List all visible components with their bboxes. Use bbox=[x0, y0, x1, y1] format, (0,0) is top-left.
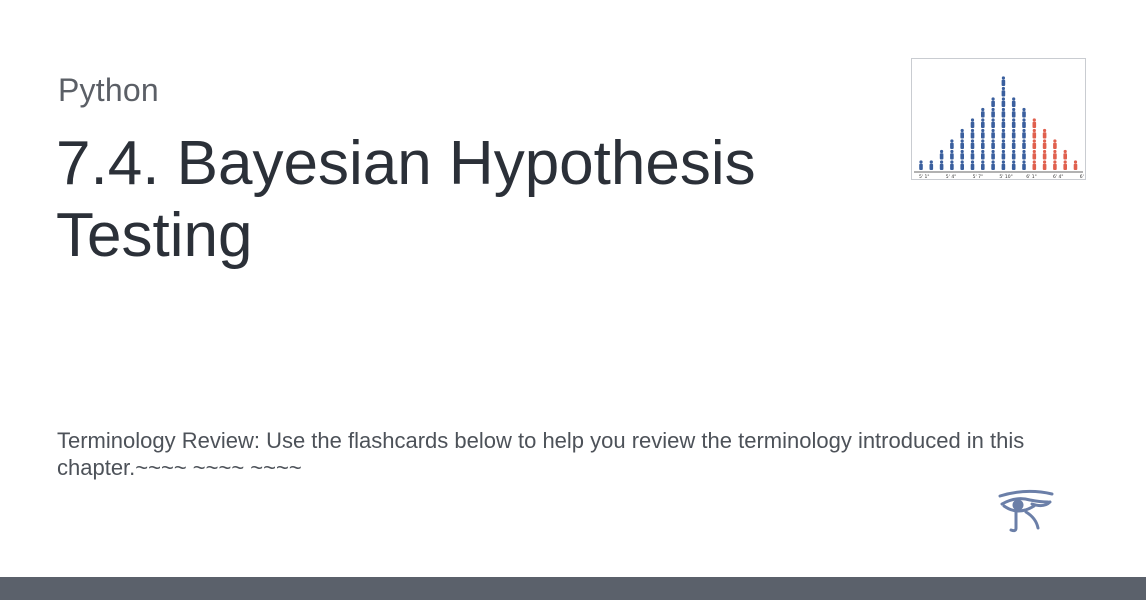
person-figure bbox=[1022, 128, 1026, 139]
eye-of-horus-icon bbox=[996, 488, 1056, 534]
thumb-figures bbox=[919, 76, 1078, 170]
person-figure bbox=[970, 139, 975, 149]
person-figure bbox=[1001, 118, 1006, 128]
person-figure bbox=[1001, 76, 1006, 86]
person-figure bbox=[960, 149, 964, 160]
thumb-tick-labels: 5' 1" 5' 4" 5' 7" 5' 10" 6' 1" 6' 4" 6' 7" bbox=[919, 174, 1085, 179]
tick-label: 5' 7" bbox=[973, 174, 983, 179]
person-figure bbox=[1001, 160, 1006, 170]
person-figure bbox=[1042, 160, 1047, 170]
person-figure bbox=[950, 149, 954, 160]
person-figure bbox=[919, 160, 923, 170]
person-figure bbox=[1032, 149, 1037, 160]
person-figure bbox=[1032, 118, 1037, 128]
person-figure bbox=[991, 139, 995, 149]
person-figure bbox=[950, 139, 954, 149]
person-figure bbox=[1011, 118, 1016, 128]
person-figure bbox=[981, 139, 985, 149]
person-figure bbox=[1011, 107, 1016, 118]
person-figure bbox=[1001, 97, 1006, 107]
chapter-description: Terminology Review: Use the flashcards b… bbox=[57, 428, 1025, 480]
subject-label: Python bbox=[58, 72, 159, 108]
person-figure bbox=[950, 160, 954, 170]
person-figure bbox=[939, 160, 944, 170]
height-distribution-people-chart-icon: 5' 1" 5' 4" 5' 7" 5' 10" 6' 1" 6' 4" 6' 7" bbox=[914, 76, 1085, 179]
person-figure bbox=[1001, 128, 1006, 139]
person-figure bbox=[960, 160, 964, 170]
person-figure bbox=[1001, 139, 1006, 149]
person-figure bbox=[1053, 149, 1057, 160]
person-figure bbox=[1042, 128, 1047, 139]
person-figure bbox=[1001, 107, 1006, 118]
person-figure bbox=[1053, 139, 1057, 149]
person-figure bbox=[1032, 139, 1037, 149]
person-figure bbox=[970, 128, 975, 139]
page: Python 7.4. Bayesian Hypothesis Testing … bbox=[0, 0, 1146, 600]
tick-label: 6' 1" bbox=[1026, 174, 1036, 179]
person-figure bbox=[970, 160, 975, 170]
tick-label: 5' 10" bbox=[999, 174, 1012, 179]
person-figure bbox=[970, 149, 975, 160]
person-figure bbox=[981, 160, 985, 170]
person-figure bbox=[970, 118, 975, 128]
person-figure bbox=[1032, 128, 1037, 139]
person-figure bbox=[939, 149, 944, 160]
person-figure bbox=[1022, 160, 1026, 170]
tick-label: 5' 4" bbox=[946, 174, 956, 179]
person-figure bbox=[1042, 139, 1047, 149]
person-figure bbox=[1001, 86, 1006, 97]
chapter-thumbnail: 5' 1" 5' 4" 5' 7" 5' 10" 6' 1" 6' 4" 6' 7" bbox=[911, 58, 1086, 180]
person-figure bbox=[1063, 160, 1067, 170]
person-figure bbox=[1022, 149, 1026, 160]
person-figure bbox=[1001, 149, 1006, 160]
person-figure bbox=[1011, 149, 1016, 160]
person-figure bbox=[1011, 97, 1016, 107]
person-figure bbox=[1053, 160, 1057, 170]
person-figure bbox=[1042, 149, 1047, 160]
person-figure bbox=[1032, 160, 1037, 170]
person-figure bbox=[1063, 149, 1067, 160]
person-figure bbox=[981, 118, 985, 128]
footer-bar bbox=[0, 577, 1146, 600]
person-figure bbox=[991, 118, 995, 128]
person-figure bbox=[991, 97, 995, 107]
person-figure bbox=[960, 128, 964, 139]
person-figure bbox=[1073, 160, 1078, 170]
person-figure bbox=[1022, 118, 1026, 128]
page-title: 7.4. Bayesian Hypothesis Testing bbox=[56, 129, 756, 270]
person-figure bbox=[991, 149, 995, 160]
tick-label: 6' 7" bbox=[1080, 174, 1085, 179]
person-figure bbox=[1022, 139, 1026, 149]
tick-label: 6' 4" bbox=[1053, 174, 1063, 179]
person-figure bbox=[1011, 128, 1016, 139]
person-figure bbox=[981, 107, 985, 118]
person-figure bbox=[1022, 107, 1026, 118]
person-figure bbox=[981, 128, 985, 139]
person-figure bbox=[929, 160, 934, 170]
person-figure bbox=[991, 160, 995, 170]
person-figure bbox=[1011, 139, 1016, 149]
person-figure bbox=[991, 107, 995, 118]
person-figure bbox=[981, 149, 985, 160]
person-figure bbox=[991, 128, 995, 139]
person-figure bbox=[960, 139, 964, 149]
person-figure bbox=[1011, 160, 1016, 170]
tick-label: 5' 1" bbox=[919, 174, 929, 179]
